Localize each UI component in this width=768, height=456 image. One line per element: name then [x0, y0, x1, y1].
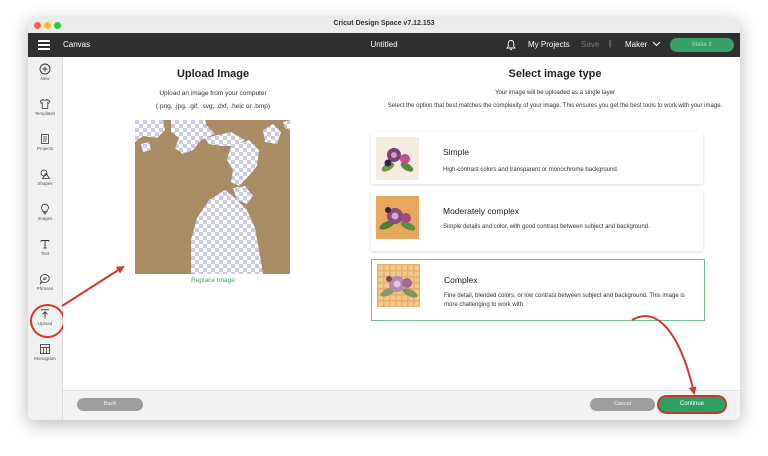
supported-formats: (.png, .jpg, .gif, .svg, .dxf, .heic or … — [155, 103, 271, 110]
single-layer-note: Your image will be uploaded as a single … — [495, 90, 615, 96]
sidebar-item-label: Monogram — [34, 356, 56, 361]
complex-thumbnail — [377, 264, 420, 307]
sidebar-item-shapes[interactable]: Shapes — [28, 168, 62, 198]
footer-bar: Back Cancel Continue — [63, 390, 740, 420]
back-button[interactable]: Back — [77, 398, 143, 411]
sidebar-item-label: Shapes — [37, 181, 53, 186]
sidebar-item-new[interactable]: New — [28, 63, 62, 93]
sidebar-item-monogram[interactable]: Monogram — [28, 343, 62, 373]
save-button[interactable]: Save — [581, 40, 599, 49]
my-projects-link[interactable]: My Projects — [528, 40, 570, 49]
monogram-icon — [40, 344, 50, 354]
window-titlebar: Cricut Design Space v7.12.153 — [28, 18, 740, 34]
sidebar-item-phrases[interactable]: Phrases — [28, 273, 62, 303]
sidebar-item-label: Text — [40, 251, 50, 256]
app-window: Cricut Design Space v7.12.153 Canvas Unt… — [28, 18, 740, 420]
machine-selector[interactable]: Maker — [625, 40, 647, 49]
text-icon — [40, 240, 50, 249]
lightbulb-icon — [41, 203, 49, 215]
option-description: Fine detail, blended colors, or low cont… — [444, 293, 685, 308]
option-description: High-contrast colors and transparent or … — [443, 167, 619, 173]
upload-panel: Upload Image Upload an image from your c… — [63, 57, 740, 420]
upload-highlight-circle — [30, 304, 65, 338]
sidebar-item-text[interactable]: Text — [28, 238, 62, 268]
sidebar-item-templates[interactable]: Templates — [28, 98, 62, 128]
simple-thumbnail — [376, 137, 419, 180]
sidebar-item-images[interactable]: Images — [28, 203, 62, 233]
option-moderately-complex[interactable]: Moderately complex Simple details and co… — [371, 191, 703, 251]
continue-button[interactable]: Continue — [659, 397, 725, 412]
option-complex[interactable]: Complex Fine detail, blended colors, or … — [371, 259, 705, 321]
replace-image-link[interactable]: Replace Image — [63, 277, 363, 284]
make-it-button[interactable]: Make It — [670, 38, 734, 52]
projects-icon — [41, 134, 49, 144]
left-sidebar: New Templates Projects Shapes Images Tex… — [28, 57, 65, 420]
speech-bubble-icon — [39, 274, 50, 285]
sidebar-item-label: New — [40, 76, 50, 81]
sidebar-item-label: Templates — [34, 111, 56, 116]
uploaded-image-preview — [135, 120, 290, 274]
sidebar-item-projects[interactable]: Projects — [28, 133, 62, 163]
option-simple[interactable]: Simple High-contrast colors and transpar… — [371, 132, 703, 184]
bell-icon[interactable] — [505, 39, 517, 51]
sidebar-item-label: Phrases — [36, 286, 54, 291]
sidebar-item-label: Projects — [36, 146, 54, 151]
upload-instruction: Upload an image from your computer — [159, 90, 267, 97]
upload-title: Upload Image — [176, 68, 250, 80]
option-title: Complex — [444, 275, 478, 285]
top-app-bar: Canvas Untitled My Projects Save | Maker… — [28, 33, 740, 57]
plus-circle-icon — [39, 63, 51, 75]
option-title: Moderately complex — [443, 206, 520, 216]
image-type-instruction: Select the option that best matches the … — [387, 103, 723, 109]
option-description: Simple details and color, with good cont… — [443, 224, 650, 230]
moderately-complex-thumbnail — [376, 196, 419, 239]
chevron-down-icon[interactable] — [652, 40, 661, 47]
shapes-icon — [40, 169, 51, 179]
sidebar-item-label: Images — [37, 216, 53, 221]
toolbar-separator: | — [609, 39, 612, 48]
image-type-title: Select image type — [508, 68, 602, 80]
shirt-icon — [39, 99, 51, 109]
window-title: Cricut Design Space v7.12.153 — [333, 20, 435, 27]
cancel-button[interactable]: Cancel — [590, 398, 655, 411]
option-title: Simple — [443, 147, 469, 157]
